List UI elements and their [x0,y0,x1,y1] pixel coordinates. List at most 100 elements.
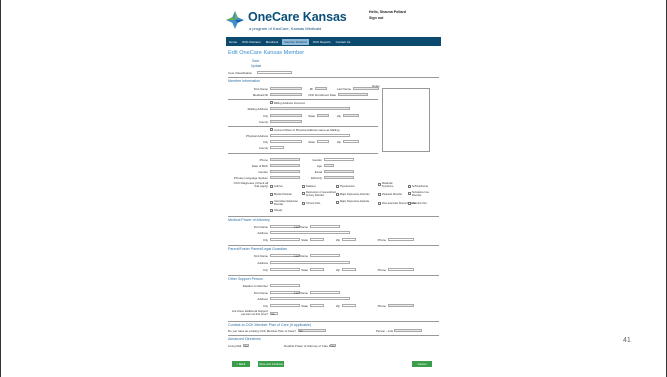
living-will-select[interactable]: No [243,344,249,348]
user-greeting: Hello, Shauna Pollard [369,10,406,14]
poa-state-field[interactable] [310,238,324,242]
diagnosis-checkbox[interactable] [336,193,339,196]
medicaid-id-field[interactable] [270,93,302,97]
diagnosis-option: Major Depressive Episode [340,200,370,203]
phone-label: Phone [259,158,268,162]
poa-first-name-label: First Name [253,225,268,229]
ethnicity-field[interactable] [324,176,354,180]
guardian-phone-field[interactable] [388,268,414,272]
poa-last-name-label: Last Name [294,225,308,229]
additional-support-select[interactable]: No [270,312,278,316]
diagnosis-checkbox[interactable] [408,192,411,195]
diagnoses-label: OCK Diagnoses (Check all that apply) [233,181,268,188]
billing-incorrect-checkbox[interactable] [270,101,273,104]
gender2-field[interactable] [270,170,300,174]
support-last-name-label: Last Name [294,291,308,295]
diagnosis-checkbox[interactable] [408,202,411,205]
diagnosis-checkbox[interactable] [378,193,381,196]
poa-city-field[interactable] [270,238,300,242]
core-classification-select[interactable] [257,71,292,75]
state-field[interactable] [317,114,329,118]
email-field[interactable] [324,170,354,174]
poa-city-label: City [263,238,268,242]
plan-link-field[interactable] [394,329,422,333]
living-will-label: Living Will [228,344,242,348]
prior-plan-select[interactable]: No [298,329,326,333]
guardian-last-name-field[interactable] [310,254,340,258]
age-field[interactable] [324,164,334,168]
physical-address-field[interactable] [270,134,350,138]
diagnosis-checkbox[interactable] [336,185,339,188]
diagnosis-checkbox[interactable] [302,185,305,188]
first-name-label: First Name [253,87,268,91]
diagnosis-checkbox[interactable] [378,183,381,186]
nav-item-reports[interactable]: OCK Reports [312,40,332,44]
dpoa-label: Durable Power of Attorney of Care Plan [284,344,335,348]
medicaid-id-label: Medicaid ID [252,93,268,97]
billing-incorrect-label: Billing Address Incorrect [274,101,306,105]
diagnosis-checkbox[interactable] [270,185,273,188]
phys-zip-field[interactable] [343,140,359,144]
support-address-field[interactable] [270,297,350,301]
guardian-address-field[interactable] [270,261,350,265]
physical-same-checkbox[interactable] [270,128,273,131]
divider [228,275,439,276]
nav-item-referral[interactable]: Member Referral [282,38,309,45]
poa-zip-field[interactable] [342,238,356,242]
enrollment-date-field[interactable] [338,93,368,97]
diagnosis-checkbox[interactable] [408,185,411,188]
support-state-field[interactable] [310,304,324,308]
phys-state-field[interactable] [317,140,329,144]
dob-label: Date of Birth [251,164,268,168]
cancel-button[interactable]: Cancel [412,361,432,367]
poa-address-field[interactable] [270,231,350,235]
dob-field[interactable] [270,164,300,168]
diagnosis-checkbox[interactable] [270,209,273,212]
zip-field[interactable] [343,114,359,118]
nav-item-contact[interactable]: Contact Us [335,40,352,44]
poa-last-name-field[interactable] [310,225,340,229]
nav-item-members[interactable]: Members [265,40,280,44]
gender-field[interactable] [324,158,354,162]
save-continue-button[interactable]: Save and Continue [258,361,284,367]
mailing-address-field[interactable] [270,107,350,111]
diagnosis-checkbox[interactable] [270,193,273,196]
guardian-state-field[interactable] [310,268,324,272]
support-city-field[interactable] [270,304,300,308]
support-zip-field[interactable] [342,304,356,308]
diagnosis-checkbox[interactable] [378,202,381,205]
dpoa-select[interactable]: No [330,344,336,348]
section-guardian: Parent/Foster Parent/Legal Guardian [228,247,287,251]
diagnosis-option: Major Depressive Disorder [340,193,370,196]
primary-language-field[interactable] [270,176,300,180]
diagnosis-checkbox[interactable] [302,202,305,205]
first-name-field[interactable] [270,87,302,91]
support-phone-field[interactable] [388,304,414,308]
brand-title: OneCare Kansas [248,10,347,24]
phone-field[interactable] [270,158,300,162]
signout-link[interactable]: Sign out [369,16,383,20]
core-classification-label: Core Classification [228,71,253,75]
save-link[interactable]: Save [252,59,259,63]
guardian-city-field[interactable] [270,268,300,272]
city-field[interactable] [270,114,302,118]
back-button[interactable]: < Back [232,361,250,367]
diagnosis-option: Bipolar Disorder [274,193,292,196]
county-label: County [258,120,268,124]
poa-phone-field[interactable] [388,238,414,242]
guardian-zip-field[interactable] [342,268,356,272]
county-field[interactable] [270,120,302,124]
diagnosis-checkbox[interactable] [302,192,305,195]
notes-textarea[interactable] [382,88,430,152]
phys-county-field[interactable] [270,146,284,150]
relation-field[interactable] [270,284,300,288]
nav-item-partners[interactable]: OCK Partners [241,40,262,44]
update-link[interactable]: Update [251,64,261,68]
diagnosis-checkbox[interactable] [270,201,273,204]
nav-item-home[interactable]: Home [228,40,238,44]
phys-city-field[interactable] [270,140,302,144]
city-label: City [263,114,268,118]
mi-field[interactable] [315,87,327,91]
support-last-name-field[interactable] [310,291,340,295]
diagnosis-checkbox[interactable] [336,201,339,204]
